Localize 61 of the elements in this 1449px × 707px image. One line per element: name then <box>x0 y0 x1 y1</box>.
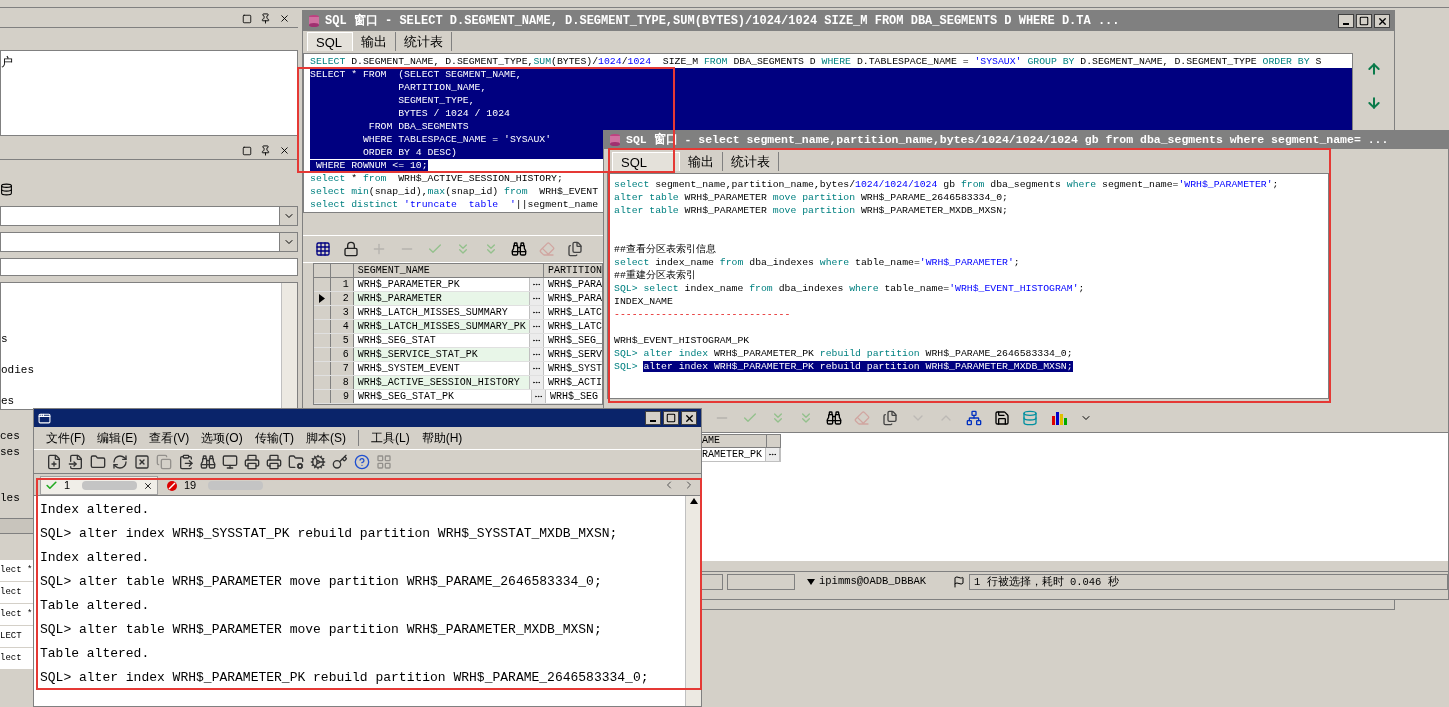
code-line: alter table WRH$_PARAMETER move partition WRH$_PARAME_2646583334_0; <box>614 191 1008 204</box>
table-cell: WRH$_ACTIVE_SESSION_HISTORY <box>353 376 530 389</box>
code-line: SELECT * FROM (SELECT SEGMENT_NAME, <box>310 68 522 81</box>
table-cell-text: WRH$_LATC <box>547 306 602 319</box>
code-line: ##重建分区表索引 <box>614 269 696 282</box>
row-number: 5 <box>330 334 354 347</box>
code-line: PARTITION_NAME, <box>397 81 487 94</box>
code-line: INDEX_NAME <box>614 295 673 308</box>
code-line: select min(snap_id),max(snap_id) from WRH$_EVENT <box>310 185 599 198</box>
terminal-line: Index altered. <box>40 549 150 567</box>
table-cell-text: WRH$_LATCH_MISSES_SUMMARY <box>356 306 509 319</box>
terminal-line: Table altered. <box>40 645 150 663</box>
table-cell-text: WRH$_SEG <box>549 390 599 403</box>
table-cell-text: WRH$_PARA <box>547 292 602 305</box>
window-title: SQL 窗口 - SELECT D.SEGMENT_NAME, D.SEGMENT_TYPE,SUM(BYTES)/1024/1024 SIZE_M FROM DBA_SEGMENTS D WHERE D.TA ... <box>325 12 1120 30</box>
row-number: 8 <box>330 376 354 389</box>
table-cell-text: WRH$_SYSTEM_EVENT <box>356 362 461 375</box>
terminal-line: Index altered. <box>40 501 150 519</box>
row-number: 4 <box>330 320 354 333</box>
code-line: ------------------------------ <box>614 308 791 321</box>
terminal-line: SQL> alter table WRH$_PARAMETER move partition WRH$_PARAMETER_MXDB_MXSN; <box>40 621 602 639</box>
table-cell-text: WRH$_LATC <box>547 320 602 333</box>
terminal-line: SQL> alter index WRH$_PARAMETER_PK rebuild partition WRH$_PARAME_2646583334_0; <box>40 669 649 687</box>
row-number: 6 <box>330 348 354 361</box>
code-line: BYTES / 1024 / 1024 <box>397 107 510 120</box>
code-line: select distinct 'truncate table '||segment_name <box>310 198 599 211</box>
terminal-line: SQL> alter table WRH$_PARAMETER move partition WRH$_PARAME_2646583334_0; <box>40 573 602 591</box>
status-message: 1 行被选择，耗时 0.046 秒 <box>969 573 1448 590</box>
table-cell-text: WRH$_SEG_STAT <box>356 334 437 347</box>
terminal-line: SQL> alter index WRH$_SYSSTAT_PK rebuild partition WRH$_SYSSTAT_MXDB_MXSN; <box>40 525 618 543</box>
table-cell: WRH$_PARAMETER <box>353 292 530 305</box>
table-cell: WRH$_LATCH_MISSES_SUMMARY_PK <box>353 320 530 333</box>
code-line: WHERE TABLESPACE_NAME = 'SYSAUX' <box>361 133 552 146</box>
code-line: SQL> alter index WRH$_PARAMETER_PK rebuild partition WRH$_PARAMETER_MXDB_MXSN; <box>614 360 1073 373</box>
code-line: SEGMENT_TYPE, <box>397 94 475 107</box>
row-number: 3 <box>330 306 354 319</box>
code-line: ##查看分区表索引信息 <box>614 243 716 256</box>
table-cell-text: WRH$_ACTI <box>547 376 602 389</box>
code-line: select index_name from dba_indexes where table_name='WRH$_PARAMETER'; <box>614 256 1020 269</box>
code-line: WRH$_EVENT_HISTOGRAM_PK <box>614 334 750 347</box>
table-cell-text: WRH$_SEG_ <box>547 334 602 347</box>
table-cell-text: WRH$_SEG_STAT_PK <box>357 390 455 403</box>
code-line: ORDER BY 4 DESC) <box>361 146 457 159</box>
code-line: SQL> alter index WRH$_PARAMETER_PK rebuild partition WRH$_PARAME_2646583334_0; <box>614 347 1073 360</box>
row-number: 7 <box>330 362 354 375</box>
row-number: 9 <box>331 390 354 403</box>
table-cell-text: WRH$_SYST <box>547 362 602 375</box>
table-cell-text: WRH$_SERV <box>547 348 602 361</box>
table-cell: WRH$_SERVICE_STAT_PK <box>353 348 530 361</box>
table-cell-text: RAMETER_PK <box>702 448 763 461</box>
code-line: SQL> select index_name from dba_indexes where table_name='WRH$_EVENT_HISTOGRAM'; <box>614 282 1085 295</box>
code-line: select * from WRH$_ACTIVE_SESSION_HISTORY; <box>310 172 563 185</box>
row-number: 1 <box>330 278 354 291</box>
table-cell-text: WRH$_PARA <box>547 278 602 291</box>
code-line: SELECT D.SEGMENT_NAME, D.SEGMENT_TYPE,SUM(BYTES)/1024/1024 SIZE_M FROM DBA_SEGMENTS D WHERE D.TABLESPACE_NAME = 'SYSAUX' GROUP BY D.SEGMENT_NAME, D.SEGMENT_TYPE ORDER BY S <box>310 55 1322 68</box>
code-line: FROM DBA_SEGMENTS <box>367 120 469 133</box>
code-line: select segment_name,partition_name,bytes/1024/1024/1024 gb from dba_segments where segment_name='WRH$_PARAMETER'; <box>614 178 1279 191</box>
code-line: alter table WRH$_PARAMETER move partition WRH$_PARAMETER_MXDB_MXSN; <box>614 204 1008 217</box>
table-cell-text: WRH$_PARAMETER_PK <box>356 278 461 291</box>
row-number: 2 <box>330 292 354 305</box>
terminal-line: Table altered. <box>40 597 150 615</box>
